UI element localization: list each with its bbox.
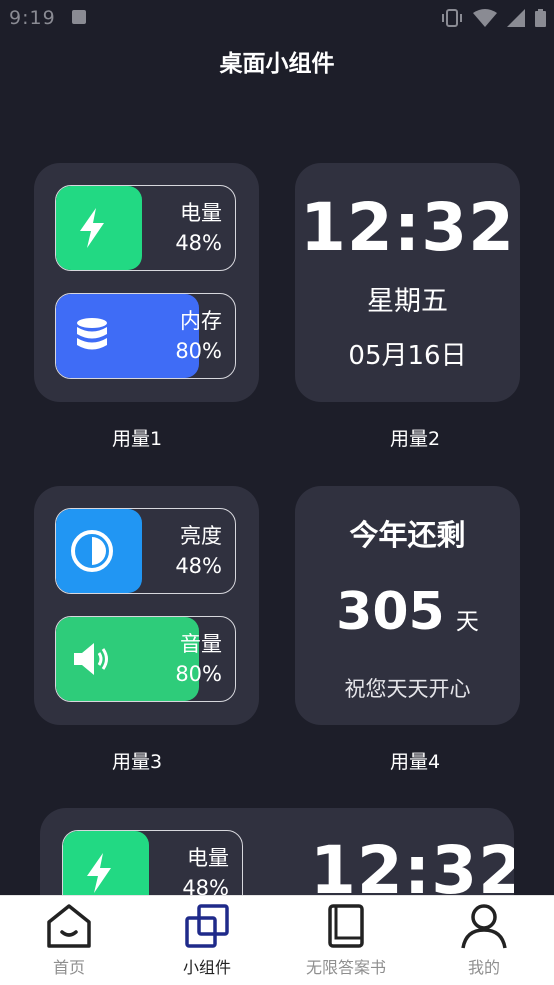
bottom-nav: 首页 小组件 无限答案书 我的 [0,895,554,985]
brightness-value: 48% [175,554,222,578]
widget-caption-3: 用量3 [111,751,163,773]
nav-home-label: 首页 [52,958,85,977]
memory-pill: 内存 80% [55,293,236,379]
nav-mine-label: 我的 [467,958,500,977]
status-time: 9:19 [9,7,56,29]
wifi-icon [473,9,497,27]
battery-value: 48% [175,231,222,255]
nav-mine[interactable]: 我的 [415,896,553,985]
status-bar: 9:19 [0,0,554,36]
battery-pill: 电量 48% [55,185,236,271]
notification-a-icon [72,10,86,24]
volume-value: 80% [175,662,222,686]
memory-value: 80% [175,339,222,363]
battery-icon [535,9,546,27]
nav-answers-label: 无限答案书 [305,958,386,977]
signal-icon [507,9,525,27]
lightning-icon [80,208,104,248]
countdown-heading: 今年还剩 [349,518,466,552]
countdown-days-row: 305 天 [295,582,520,642]
clock-date: 05月16日 [348,341,467,371]
clock-weekday: 星期五 [367,286,448,317]
brightness-pill: 亮度 48% [55,508,236,594]
page-title: 桌面小组件 [219,51,335,77]
countdown-days: 305 [336,582,445,642]
nav-home[interactable]: 首页 [0,896,138,985]
status-icons [441,9,546,27]
nav-widgets[interactable]: 小组件 [138,896,276,985]
battery-label-2: 电量 [187,846,229,870]
memory-label: 内存 [180,309,222,333]
home-icon [47,904,91,948]
lightning-icon [87,853,111,893]
battery-label: 电量 [180,201,222,225]
widgets-icon [185,904,229,948]
widget-usage-4[interactable]: 今年还剩 305 天 祝您天天开心 [295,486,520,725]
speaker-icon [74,643,108,675]
widget-caption-2: 用量2 [389,428,441,450]
widget-usage-3[interactable]: 亮度 48% 音量 80% [34,486,259,725]
database-icon [77,318,107,350]
nav-widgets-label: 小组件 [182,958,231,977]
brightness-icon [71,530,113,572]
volume-label: 音量 [180,632,222,656]
nav-answers[interactable]: 无限答案书 [277,896,415,985]
widget-usage-1[interactable]: 电量 48% 内存 80% [34,163,259,402]
widget-caption-1: 用量1 [111,428,163,450]
vibrate-icon [442,9,462,27]
widget-caption-4: 用量4 [389,751,441,773]
brightness-label: 亮度 [180,524,222,548]
clock-time: 12:32 [299,189,516,266]
user-icon [461,904,507,949]
countdown-wish: 祝您天天开心 [344,677,471,701]
volume-pill: 音量 80% [55,616,236,702]
widget-usage-2[interactable]: 12:32 星期五 05月16日 [295,163,520,402]
book-icon [328,904,364,948]
countdown-unit: 天 [455,609,479,635]
